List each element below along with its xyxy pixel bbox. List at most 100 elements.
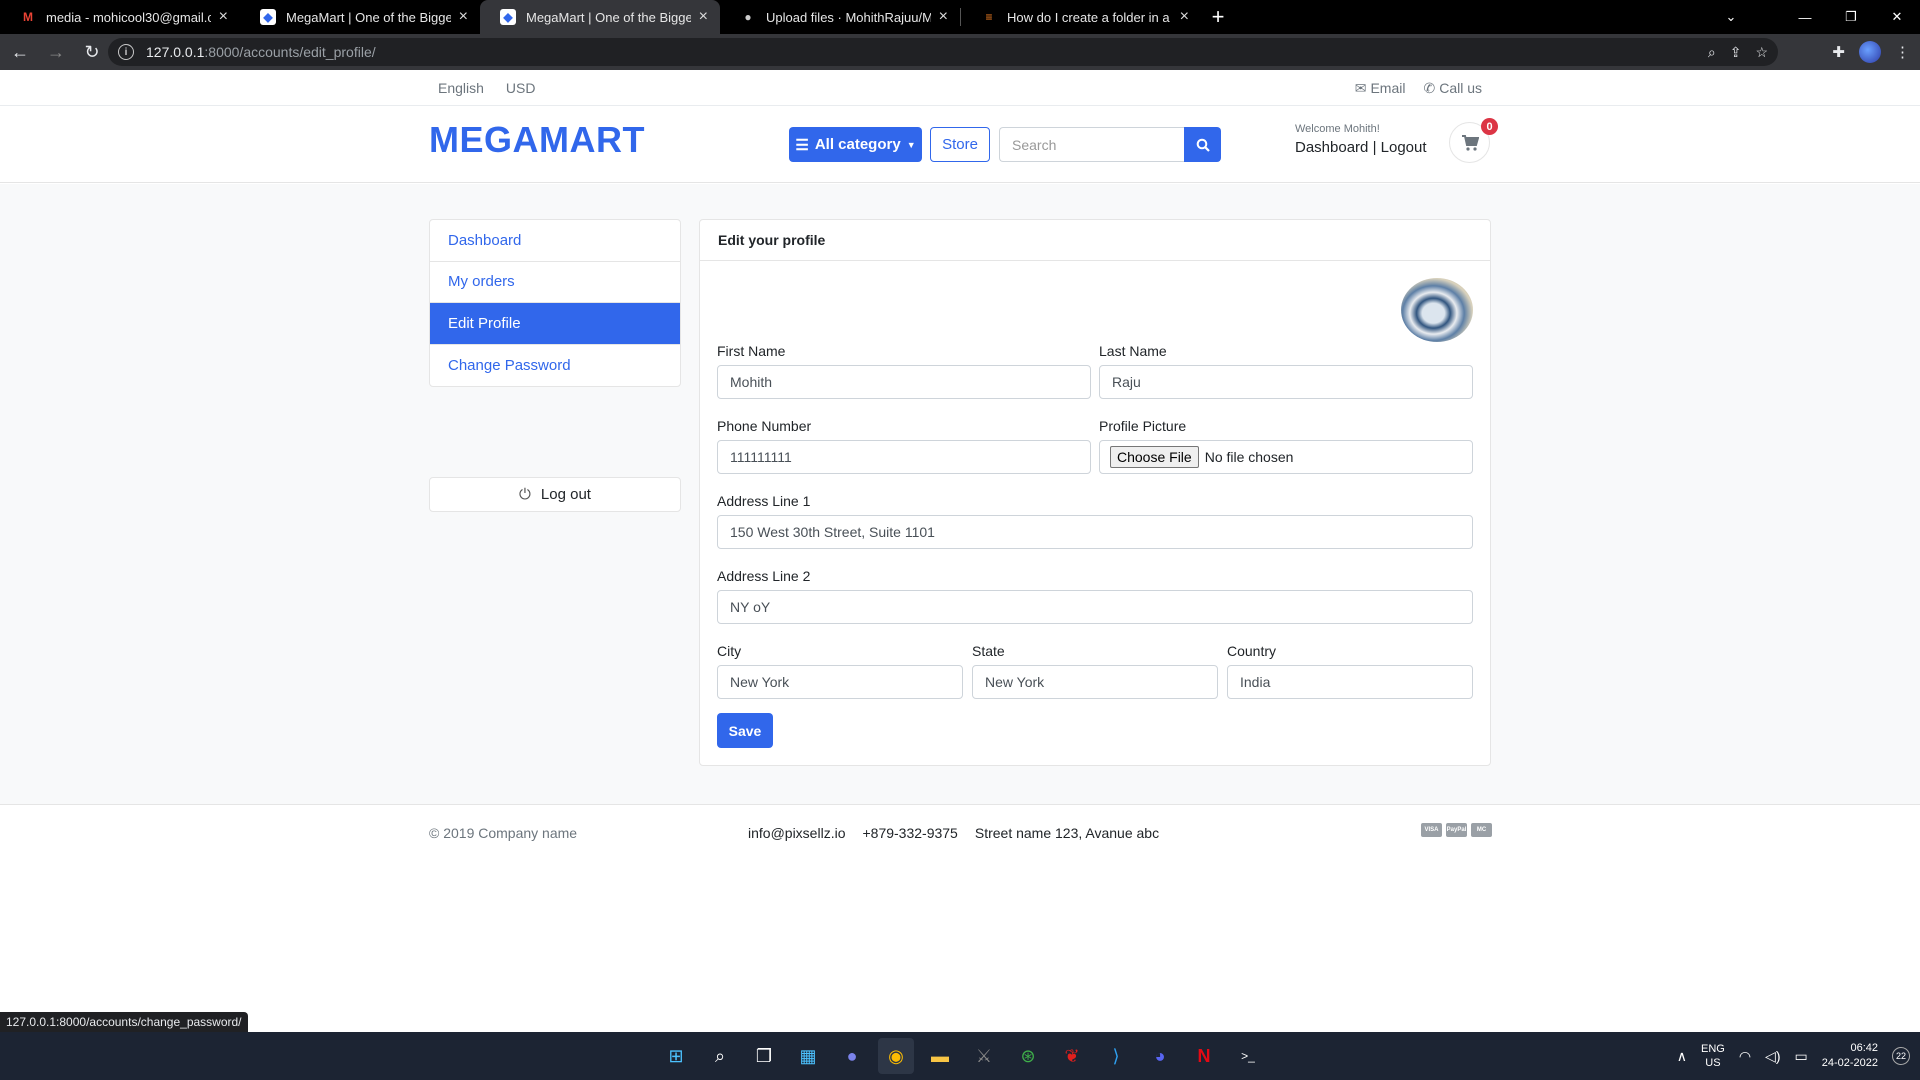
teams-chat-icon[interactable]: ●: [834, 1038, 870, 1074]
locale-selector: English USD: [438, 80, 535, 96]
address-bar[interactable]: i 127.0.0.1:8000/accounts/edit_profile/ …: [108, 38, 1778, 66]
chrome-icon[interactable]: ◉: [878, 1038, 914, 1074]
sidebar-item-edit-profile[interactable]: Edit Profile: [430, 303, 680, 345]
address2-field[interactable]: NY oY: [717, 590, 1473, 624]
new-tab-button[interactable]: +: [1201, 0, 1235, 34]
choose-file-button[interactable]: Choose File: [1110, 446, 1199, 468]
tray-overflow-icon[interactable]: ∧: [1677, 1048, 1687, 1065]
email-link[interactable]: ✉ Email: [1355, 80, 1406, 97]
country-field[interactable]: India: [1227, 665, 1473, 699]
card-title: Edit your profile: [700, 220, 1490, 261]
netflix-icon[interactable]: N: [1186, 1038, 1222, 1074]
xbox-app-icon[interactable]: ⊛: [1010, 1038, 1046, 1074]
footer-email[interactable]: info@pixsellz.io: [748, 825, 845, 841]
browser-tab[interactable]: ≡ How do I create a folder in a Gith ×: [961, 0, 1201, 34]
notification-count-badge[interactable]: 22: [1892, 1047, 1910, 1065]
last-name-field[interactable]: Raju: [1099, 365, 1473, 399]
bookmark-star-icon[interactable]: ☆: [1755, 44, 1768, 61]
share-icon[interactable]: ⇪: [1730, 44, 1742, 61]
extensions-puzzle-icon[interactable]: ✚: [1832, 43, 1845, 61]
country-label: Country: [1227, 643, 1277, 659]
clock[interactable]: 06:42 24-02-2022: [1822, 1041, 1878, 1071]
search-input[interactable]: Search: [999, 127, 1184, 162]
os-taskbar: ⊞ ⌕ ❐ ▦ ● ◉ ▬ ⚔ ⊛ ❦ ⟩ ◕ N >_ ∧ ENG US ◠ …: [0, 1032, 1920, 1080]
dashboard-link[interactable]: Dashboard: [1295, 139, 1368, 156]
file-explorer-icon[interactable]: ▬: [922, 1038, 958, 1074]
logout-button[interactable]: ⏻ Log out: [429, 477, 681, 512]
input-language[interactable]: ENG US: [1701, 1042, 1725, 1070]
close-tab-icon[interactable]: ×: [939, 8, 948, 26]
terminal-icon[interactable]: >_: [1230, 1038, 1266, 1074]
wifi-icon[interactable]: ◠: [1739, 1048, 1751, 1065]
currency-link[interactable]: USD: [506, 80, 536, 96]
megamart-icon: ◆: [500, 9, 516, 25]
city-label: City: [717, 643, 742, 659]
zoom-icon[interactable]: ⌕: [1708, 44, 1716, 61]
ime-region: US: [1705, 1057, 1721, 1069]
tab-title: How do I create a folder in a Gith: [1007, 9, 1172, 25]
envelope-icon: ✉: [1354, 80, 1367, 96]
logout-link[interactable]: Logout: [1381, 139, 1427, 156]
address1-field[interactable]: 150 West 30th Street, Suite 1101: [717, 515, 1473, 549]
sidebar-item-dashboard[interactable]: Dashboard: [430, 220, 680, 262]
reload-button[interactable]: ↻: [76, 36, 108, 68]
close-tab-icon[interactable]: ×: [459, 8, 468, 26]
site-logo[interactable]: MEGAMART: [429, 119, 645, 161]
browser-tab[interactable]: ● Upload files · MohithRajuu/Mega ×: [720, 0, 960, 34]
user-links: Dashboard | Logout: [1295, 139, 1427, 156]
address2-label: Address Line 2: [717, 568, 811, 584]
system-tray: ∧ ENG US ◠ ◁) ▭ 06:42 24-02-2022 22: [1677, 1032, 1920, 1080]
browser-tab[interactable]: M media - mohicool30@gmail.com ×: [0, 0, 240, 34]
back-button[interactable]: ←: [4, 36, 36, 68]
task-view-icon[interactable]: ❐: [746, 1038, 782, 1074]
save-button[interactable]: Save: [717, 713, 773, 748]
paypal-icon: PayPal: [1446, 823, 1467, 837]
caret-down-icon: ▼: [906, 139, 916, 150]
phone-icon: ✆: [1423, 80, 1436, 96]
call-link[interactable]: ✆ Call us: [1423, 80, 1482, 97]
site-info-icon[interactable]: i: [118, 44, 134, 60]
search-button[interactable]: [1184, 127, 1221, 162]
taskbar-apps: ⊞ ⌕ ❐ ▦ ● ◉ ▬ ⚔ ⊛ ❦ ⟩ ◕ N >_: [658, 1038, 1266, 1074]
state-field[interactable]: New York: [972, 665, 1218, 699]
store-button[interactable]: Store: [930, 127, 990, 162]
profile-picture-input[interactable]: Choose File No file chosen: [1099, 440, 1473, 474]
phone-field[interactable]: 111111111: [717, 440, 1091, 474]
tab-search-icon[interactable]: ⌄: [1716, 0, 1746, 34]
browser-tab[interactable]: ◆ MegaMart | One of the Biggest C ×: [240, 0, 480, 34]
call-link-label: Call us: [1439, 80, 1482, 96]
restore-button[interactable]: ❐: [1828, 0, 1874, 34]
city-field[interactable]: New York: [717, 665, 963, 699]
browser-menu-icon[interactable]: ⋮: [1895, 43, 1910, 61]
redragon-app-icon[interactable]: ❦: [1054, 1038, 1090, 1074]
search-icon[interactable]: ⌕: [702, 1038, 738, 1074]
discord-icon[interactable]: ◕: [1142, 1038, 1178, 1074]
close-tab-icon[interactable]: ×: [219, 8, 228, 26]
sidebar-item-my-orders[interactable]: My orders: [430, 262, 680, 303]
close-window-button[interactable]: ✕: [1874, 0, 1920, 34]
first-name-field[interactable]: Mohith: [717, 365, 1091, 399]
tab-title: Upload files · MohithRajuu/Mega: [766, 9, 931, 25]
close-tab-icon[interactable]: ×: [1180, 8, 1189, 26]
browser-tab-bar: M media - mohicool30@gmail.com × ◆ MegaM…: [0, 0, 1920, 34]
close-tab-icon[interactable]: ×: [699, 8, 708, 26]
address1-label: Address Line 1: [717, 493, 811, 509]
profile-avatar-icon[interactable]: [1859, 41, 1881, 63]
vscode-icon[interactable]: ⟩: [1098, 1038, 1134, 1074]
battery-icon[interactable]: ▭: [1794, 1048, 1807, 1065]
game-app-icon[interactable]: ⚔: [966, 1038, 1002, 1074]
minimize-button[interactable]: —: [1782, 0, 1828, 34]
tab-title: MegaMart | One of the Biggest C: [526, 9, 691, 25]
top-strip: English USD ✉ Email ✆ Call us: [0, 70, 1920, 106]
browser-tab-active[interactable]: ◆ MegaMart | One of the Biggest C ×: [480, 0, 720, 34]
url-path: :8000/accounts/edit_profile/: [204, 44, 376, 60]
language-link[interactable]: English: [438, 80, 484, 96]
volume-icon[interactable]: ◁): [1765, 1048, 1780, 1065]
all-category-button[interactable]: ☰ All category ▼: [789, 127, 922, 162]
widgets-icon[interactable]: ▦: [790, 1038, 826, 1074]
windows-start-icon[interactable]: ⊞: [658, 1038, 694, 1074]
window-controls: ⌄ — ❐ ✕: [1726, 0, 1920, 34]
all-category-label: All category: [814, 136, 901, 153]
forward-button[interactable]: →: [40, 36, 72, 68]
sidebar-item-change-password[interactable]: Change Password: [430, 345, 680, 387]
